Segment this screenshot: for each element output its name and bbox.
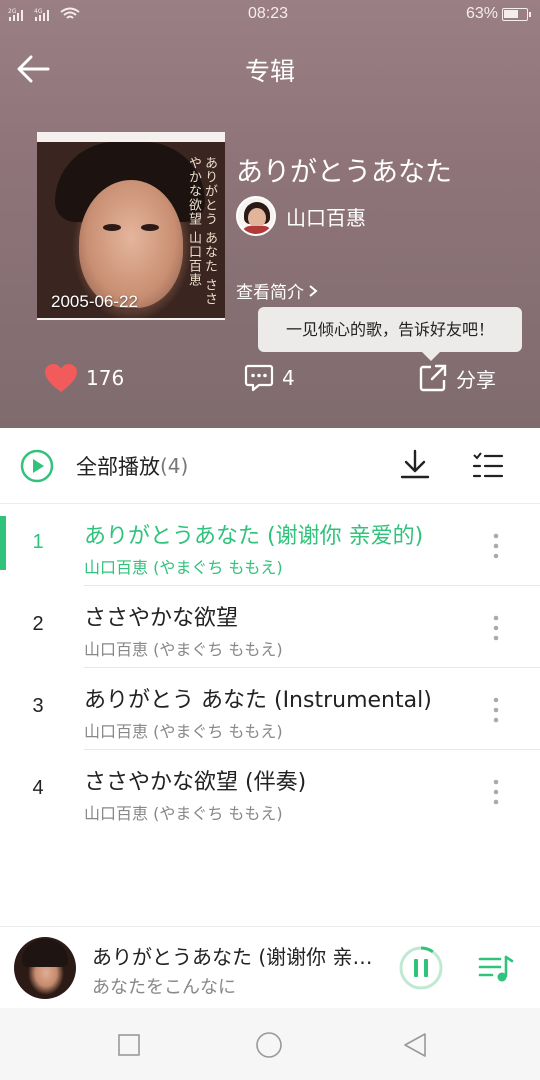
page-title: 专辑 xyxy=(244,57,295,86)
status-bar: 2G 4G 08:23 63% xyxy=(0,0,540,30)
chevron-right-icon xyxy=(309,284,318,297)
track-title: ささやかな欲望 xyxy=(84,606,239,631)
home-button[interactable] xyxy=(254,1030,284,1060)
play-all-label: 全部播放 xyxy=(76,455,160,479)
share-label: 分享 xyxy=(456,367,496,392)
album-name: ありがとうあなた xyxy=(236,157,452,188)
artist-name: 山口百惠 xyxy=(286,205,366,230)
multi-select-button[interactable] xyxy=(472,450,504,482)
track-artist: 山口百恵 (やまぐち ももえ) xyxy=(84,640,283,659)
album-header: 2G 4G 08:23 63% 专辑 ありがとう あなた ささやかな欲望 山口百… xyxy=(0,0,540,428)
track-number: 2 xyxy=(32,613,44,635)
download-icon xyxy=(400,449,430,479)
status-time: 08:23 xyxy=(248,5,289,22)
comment-icon xyxy=(244,364,274,392)
more-vertical-icon xyxy=(493,779,499,805)
track-row[interactable]: 2 ささやかな欲望 山口百恵 (やまぐち ももえ) xyxy=(0,586,540,668)
signal-4g-icon: 4G xyxy=(34,8,49,21)
battery-percent: 63% xyxy=(466,5,499,22)
track-artist: 山口百恵 (やまぐち ももえ) xyxy=(84,558,283,577)
play-circle-icon xyxy=(20,449,54,483)
player-lyric: あなたをこんなに xyxy=(92,977,236,998)
heart-icon xyxy=(45,364,77,392)
more-vertical-icon xyxy=(493,533,499,559)
track-row[interactable]: 4 ささやかな欲望 (伴奏) 山口百恵 (やまぐち ももえ) xyxy=(0,750,540,832)
artist-avatar xyxy=(236,196,276,236)
release-date: 2005-06-22 xyxy=(51,292,138,311)
track-more-button[interactable] xyxy=(484,774,508,810)
more-vertical-icon xyxy=(493,697,499,723)
track-row[interactable]: 1 ありがとうあなた (谢谢你 亲爱的) 山口百恵 (やまぐち ももえ) xyxy=(0,504,540,586)
track-title: ありがとう あなた (Instrumental) xyxy=(84,688,432,713)
signal-icons: 2G 4G xyxy=(8,7,80,21)
artist-link[interactable]: 山口百惠 xyxy=(236,196,366,236)
triangle-back-icon xyxy=(404,1033,426,1057)
circle-icon xyxy=(256,1032,282,1058)
like-button[interactable]: 176 xyxy=(44,360,124,396)
track-title: ささやかな欲望 (伴奏) xyxy=(84,770,307,795)
share-icon xyxy=(419,364,447,392)
track-artist: 山口百恵 (やまぐち ももえ) xyxy=(84,804,283,823)
intro-label: 查看简介 xyxy=(236,283,304,303)
pause-icon xyxy=(399,946,443,990)
track-number: 3 xyxy=(32,695,44,717)
comment-count: 4 xyxy=(282,366,295,390)
play-all-row: 全部播放 (4) xyxy=(0,428,540,504)
track-artist: 山口百恵 (やまぐち ももえ) xyxy=(84,722,283,741)
player-title: ありがとうあなた (谢谢你 亲爱的) xyxy=(92,945,382,969)
intro-link[interactable]: 查看简介 xyxy=(236,278,318,303)
download-button[interactable] xyxy=(398,448,432,482)
battery-icon xyxy=(502,8,531,21)
svg-text:4G: 4G xyxy=(34,8,43,15)
wifi-icon xyxy=(60,7,80,19)
playlist-icon xyxy=(478,955,514,982)
track-title: ありがとうあなた (谢谢你 亲爱的) xyxy=(84,524,424,549)
track-row[interactable]: 3 ありがとう あなた (Instrumental) 山口百恵 (やまぐち もも… xyxy=(0,668,540,750)
track-number: 1 xyxy=(32,531,44,553)
track-count: (4) xyxy=(160,454,189,478)
player-cover xyxy=(14,937,76,999)
nav-back-button[interactable] xyxy=(400,1030,430,1060)
share-tooltip: 一见倾心的歌，告诉好友吧！ xyxy=(258,307,522,361)
track-more-button[interactable] xyxy=(484,528,508,564)
cover-text: ありがとう あなた ささやかな欲望 山口百恵 xyxy=(186,156,217,307)
track-more-button[interactable] xyxy=(484,610,508,646)
list-check-icon xyxy=(472,452,504,478)
share-button[interactable]: 分享 xyxy=(418,360,496,396)
like-count: 176 xyxy=(86,366,125,390)
album-cover[interactable]: ありがとう あなた ささやかな欲望 山口百恵 2005-06-22 xyxy=(37,132,225,320)
comment-button[interactable]: 4 xyxy=(244,360,295,396)
recent-apps-button[interactable] xyxy=(114,1030,144,1060)
more-vertical-icon xyxy=(493,615,499,641)
svg-text:2G: 2G xyxy=(8,8,17,15)
track-number: 4 xyxy=(32,777,44,799)
play-all-button[interactable]: 全部播放 (4) xyxy=(20,448,188,484)
playlist-button[interactable] xyxy=(476,949,516,989)
square-icon xyxy=(118,1034,140,1056)
pause-button[interactable] xyxy=(398,945,444,991)
system-nav-bar xyxy=(0,1008,540,1080)
track-more-button[interactable] xyxy=(484,692,508,728)
signal-icon: 2G xyxy=(8,8,23,21)
mini-player[interactable]: ありがとうあなた (谢谢你 亲爱的) あなたをこんなに xyxy=(0,926,540,1008)
